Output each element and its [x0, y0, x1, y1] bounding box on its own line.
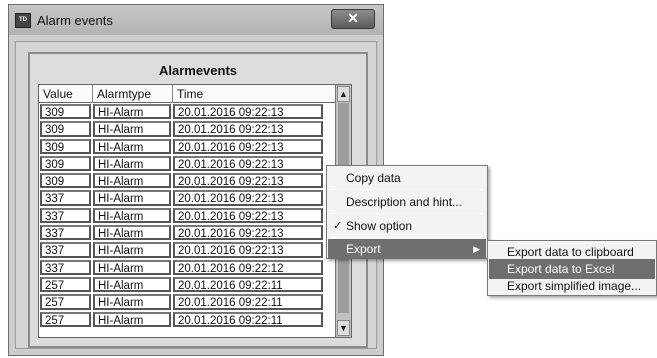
cell-time: 20.01.2016 09:22:11: [173, 294, 323, 310]
menu-item-export-image[interactable]: Export simplified image...: [489, 276, 655, 296]
table-row[interactable]: 337 HI-Alarm 20.01.2016 09:22:13: [39, 207, 335, 224]
alarm-table: Value Alarmtype Time 309 HI-Alarm 20.01.20…: [38, 84, 352, 338]
table-row[interactable]: 257 HI-Alarm 20.01.2016 09:22:11: [39, 311, 335, 328]
scroll-up-button[interactable]: ▲: [337, 86, 350, 102]
cell-value: 309: [40, 173, 91, 189]
cell-time: 20.01.2016 09:22:12: [173, 259, 323, 275]
cell-value: 309: [40, 121, 91, 137]
arrow-up-icon: ▲: [339, 89, 348, 99]
scroll-down-button[interactable]: ▼: [337, 320, 350, 336]
window-title: Alarm events: [37, 13, 113, 28]
cell-value: 337: [40, 190, 91, 206]
cell-alarmtype: HI-Alarm: [93, 173, 171, 189]
cell-alarmtype: HI-Alarm: [93, 311, 171, 327]
cell-value: 337: [40, 207, 91, 224]
menu-separator: [331, 213, 483, 214]
menu-item-label: Export data to clipboard: [507, 245, 634, 259]
cell-alarmtype: HI-Alarm: [93, 190, 171, 206]
column-header-time[interactable]: Time: [173, 85, 337, 103]
table-row[interactable]: 257 HI-Alarm 20.01.2016 09:22:11: [39, 293, 335, 310]
title-bar[interactable]: TD Alarm events ✕: [9, 5, 383, 35]
cell-time: 20.01.2016 09:22:13: [173, 155, 323, 172]
table-row[interactable]: 337 HI-Alarm 20.01.2016 09:22:13: [39, 224, 335, 241]
table-row[interactable]: 309 HI-Alarm 20.01.2016 09:22:13: [39, 138, 335, 155]
menu-item-export[interactable]: Export ▶: [328, 239, 486, 259]
cell-alarmtype: HI-Alarm: [93, 121, 171, 137]
table-row[interactable]: 337 HI-Alarm 20.01.2016 09:22:12: [39, 259, 335, 276]
cell-value: 257: [40, 311, 91, 327]
cell-value: 309: [40, 104, 91, 120]
cell-value: 257: [40, 294, 91, 310]
cell-alarmtype: HI-Alarm: [93, 104, 171, 120]
cell-value: 309: [40, 138, 91, 154]
group-title: Alarmevents: [158, 63, 238, 78]
cell-alarmtype: HI-Alarm: [93, 259, 171, 275]
menu-item-copy-data[interactable]: Copy data: [328, 168, 486, 188]
menu-item-label: Export data to Excel: [507, 262, 615, 276]
cell-time: 20.01.2016 09:22:11: [173, 276, 323, 293]
table-body: 309 HI-Alarm 20.01.2016 09:22:13 309 HI-Alar…: [39, 103, 335, 328]
cell-alarmtype: HI-Alarm: [93, 276, 171, 293]
export-submenu: Export data to clipboard Export data to …: [487, 240, 657, 296]
close-button[interactable]: ✕: [331, 9, 375, 29]
cell-value: 337: [40, 242, 91, 258]
cell-value: 257: [40, 276, 91, 293]
cell-time: 20.01.2016 09:22:13: [173, 138, 323, 154]
table-row[interactable]: 309 HI-Alarm 20.01.2016 09:22:13: [39, 172, 335, 189]
cell-time: 20.01.2016 09:22:11: [173, 311, 323, 327]
menu-item-label: Show option: [346, 219, 413, 233]
menu-item-description-hint[interactable]: Description and hint...: [328, 192, 486, 212]
cell-alarmtype: HI-Alarm: [93, 294, 171, 310]
cell-value: 337: [40, 225, 91, 241]
submenu-arrow-icon: ▶: [473, 244, 480, 254]
table-row[interactable]: 309 HI-Alarm 20.01.2016 09:22:13: [39, 103, 335, 120]
table-row[interactable]: 309 HI-Alarm 20.01.2016 09:22:13: [39, 155, 335, 172]
menu-item-label: Export simplified image...: [507, 279, 642, 293]
close-icon: ✕: [347, 10, 359, 26]
menu-item-label: Copy data: [346, 171, 401, 185]
column-header-alarmtype[interactable]: Alarmtype: [93, 85, 173, 103]
cell-time: 20.01.2016 09:22:13: [173, 173, 323, 189]
cell-time: 20.01.2016 09:22:13: [173, 207, 323, 224]
cell-time: 20.01.2016 09:22:13: [173, 225, 323, 241]
check-icon: ✓: [333, 220, 343, 232]
menu-separator: [331, 237, 483, 238]
window-client-area: Alarmevents Value Alarmtype Time 309 HI-A…: [15, 41, 377, 349]
cell-time: 20.01.2016 09:22:13: [173, 121, 323, 137]
menu-item-label: Export: [346, 242, 381, 256]
cell-time: 20.01.2016 09:22:13: [173, 104, 323, 120]
table-row[interactable]: 309 HI-Alarm 20.01.2016 09:22:13: [39, 120, 335, 137]
column-header-value[interactable]: Value: [39, 85, 93, 103]
menu-separator: [331, 189, 483, 190]
menu-item-show-option[interactable]: ✓ Show option: [328, 216, 486, 236]
table-row[interactable]: 257 HI-Alarm 20.01.2016 09:22:11: [39, 276, 335, 293]
cell-time: 20.01.2016 09:22:13: [173, 190, 323, 206]
app-icon: TD: [15, 13, 31, 28]
menu-item-label: Description and hint...: [346, 195, 463, 209]
cell-alarmtype: HI-Alarm: [93, 207, 171, 224]
table-row[interactable]: 337 HI-Alarm 20.01.2016 09:22:13: [39, 241, 335, 258]
cell-alarmtype: HI-Alarm: [93, 242, 171, 258]
cell-time: 20.01.2016 09:22:13: [173, 242, 323, 258]
alarm-events-group: Alarmevents Value Alarmtype Time 309 HI-A…: [28, 52, 368, 348]
cell-alarmtype: HI-Alarm: [93, 225, 171, 241]
table-header: Value Alarmtype Time: [39, 85, 335, 103]
cell-alarmtype: HI-Alarm: [93, 155, 171, 172]
cell-value: 309: [40, 155, 91, 172]
context-menu: Copy data Description and hint... ✓ Show…: [326, 165, 488, 259]
arrow-down-icon: ▼: [339, 323, 348, 333]
table-row[interactable]: 337 HI-Alarm 20.01.2016 09:22:13: [39, 189, 335, 206]
cell-value: 337: [40, 259, 91, 275]
cell-alarmtype: HI-Alarm: [93, 138, 171, 154]
